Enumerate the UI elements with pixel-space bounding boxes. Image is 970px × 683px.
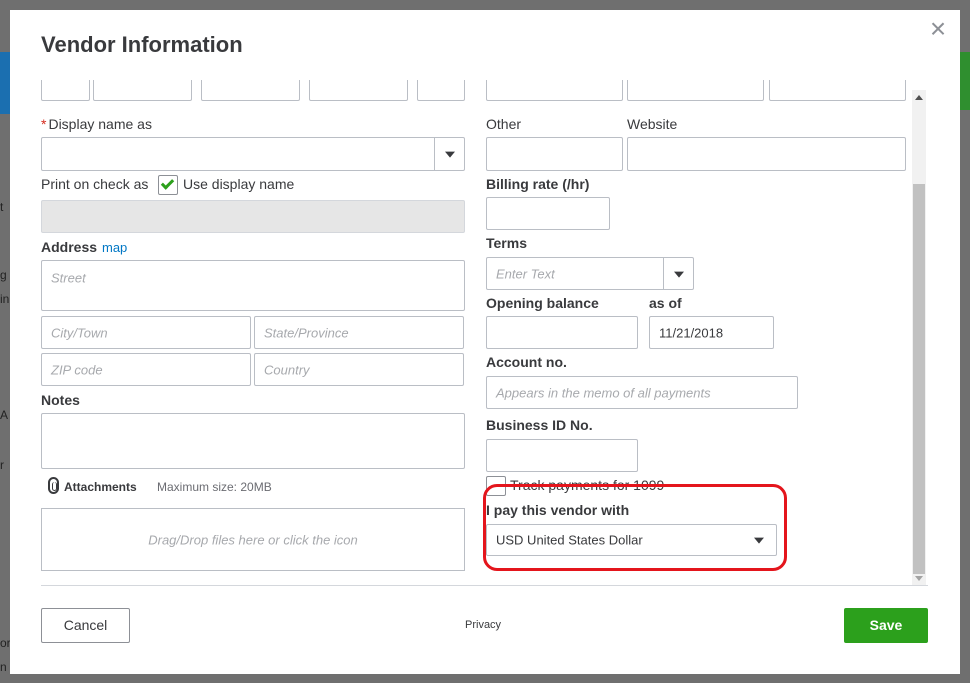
attachments-label: Attachments (64, 480, 137, 494)
scrollbar-thumb[interactable] (913, 184, 925, 574)
use-display-name-checkbox[interactable] (158, 175, 178, 195)
footer-divider (41, 585, 928, 586)
scroll-down-icon[interactable] (915, 576, 923, 581)
currency-select[interactable]: USD United States Dollar (486, 524, 777, 556)
address-label: Address (41, 239, 98, 255)
attachments-dropzone[interactable]: Drag/Drop files here or click the icon (41, 508, 465, 571)
max-size-label: Maximum size: 20MB (157, 480, 272, 494)
billing-rate-input[interactable] (486, 197, 610, 230)
account-no-input[interactable]: Appears in the memo of all payments (486, 376, 798, 409)
print-on-check-label: Print on check as (41, 176, 149, 192)
form-scrollbar[interactable] (912, 90, 926, 585)
opening-balance-input[interactable] (486, 316, 638, 349)
required-mark: * (41, 116, 47, 132)
as-of-label: as of (649, 295, 682, 311)
website-input[interactable] (627, 137, 906, 171)
street-placeholder: Street (51, 270, 86, 286)
currency-label: I pay this vendor with (486, 502, 630, 518)
currency-value: USD United States Dollar (496, 532, 643, 548)
display-name-label: * Display name as (41, 116, 152, 132)
vendor-form: * Display name as Print on check as Use d… (10, 80, 960, 585)
first-name-field[interactable] (93, 80, 192, 101)
other-input[interactable] (486, 137, 623, 171)
cancel-button[interactable]: Cancel (41, 608, 130, 643)
map-link[interactable]: map (102, 240, 127, 255)
use-display-name-label: Use display name (183, 176, 295, 192)
save-button[interactable]: Save (844, 608, 928, 643)
state-input[interactable]: State/Province (254, 316, 464, 349)
country-input[interactable]: Country (254, 353, 464, 386)
as-of-date-value: 11/21/2018 (659, 325, 724, 340)
title-field[interactable] (41, 80, 90, 101)
zip-input[interactable]: ZIP code (41, 353, 251, 386)
country-placeholder: Country (264, 362, 310, 377)
track-1099-label: Track payments for 1099 (510, 477, 665, 493)
terms-select[interactable]: Enter Text (486, 257, 694, 290)
website-label: Website (627, 116, 678, 132)
track-1099-checkbox[interactable] (486, 476, 506, 496)
city-placeholder: City/Town (51, 325, 108, 340)
vendor-information-dialog: Vendor Information × * Display name as Pr… (10, 10, 960, 674)
display-name-label-text: Display name as (48, 116, 152, 132)
zip-placeholder: ZIP code (51, 362, 103, 377)
last-name-field[interactable] (309, 80, 408, 101)
dropzone-text: Drag/Drop files here or click the icon (148, 532, 358, 547)
close-icon[interactable]: × (926, 15, 950, 43)
notes-label: Notes (41, 392, 80, 408)
business-id-input[interactable] (486, 439, 638, 472)
paperclip-icon[interactable] (48, 477, 59, 494)
fax-field[interactable] (769, 80, 906, 101)
city-input[interactable]: City/Town (41, 316, 251, 349)
billing-rate-label: Billing rate (/hr) (486, 176, 590, 192)
display-name-dropdown-toggle[interactable] (434, 138, 464, 170)
phone-field[interactable] (486, 80, 623, 101)
privacy-link[interactable]: Privacy (465, 619, 501, 631)
terms-placeholder: Enter Text (496, 266, 555, 281)
opening-balance-label: Opening balance (486, 295, 599, 311)
suffix-field[interactable] (417, 80, 465, 101)
account-no-label: Account no. (486, 354, 567, 370)
print-on-check-field (41, 200, 465, 233)
mobile-field[interactable] (627, 80, 764, 101)
chevron-down-icon (673, 271, 684, 278)
other-label: Other (486, 116, 522, 132)
business-id-label: Business ID No. (486, 417, 593, 433)
scroll-up-icon[interactable] (915, 95, 923, 100)
middle-name-field[interactable] (201, 80, 300, 101)
terms-label: Terms (486, 235, 527, 251)
street-input[interactable]: Street (41, 260, 465, 311)
account-no-placeholder: Appears in the memo of all payments (496, 385, 711, 400)
dialog-title: Vendor Information (41, 32, 243, 57)
display-name-select[interactable] (41, 137, 465, 171)
state-placeholder: State/Province (264, 325, 349, 340)
notes-textarea[interactable] (41, 413, 465, 469)
terms-dropdown-toggle[interactable] (663, 258, 693, 289)
as-of-date-input[interactable]: 11/21/2018 (649, 316, 774, 349)
checkmark-icon (160, 176, 175, 190)
chevron-down-icon (754, 537, 764, 544)
chevron-down-icon (444, 151, 455, 158)
